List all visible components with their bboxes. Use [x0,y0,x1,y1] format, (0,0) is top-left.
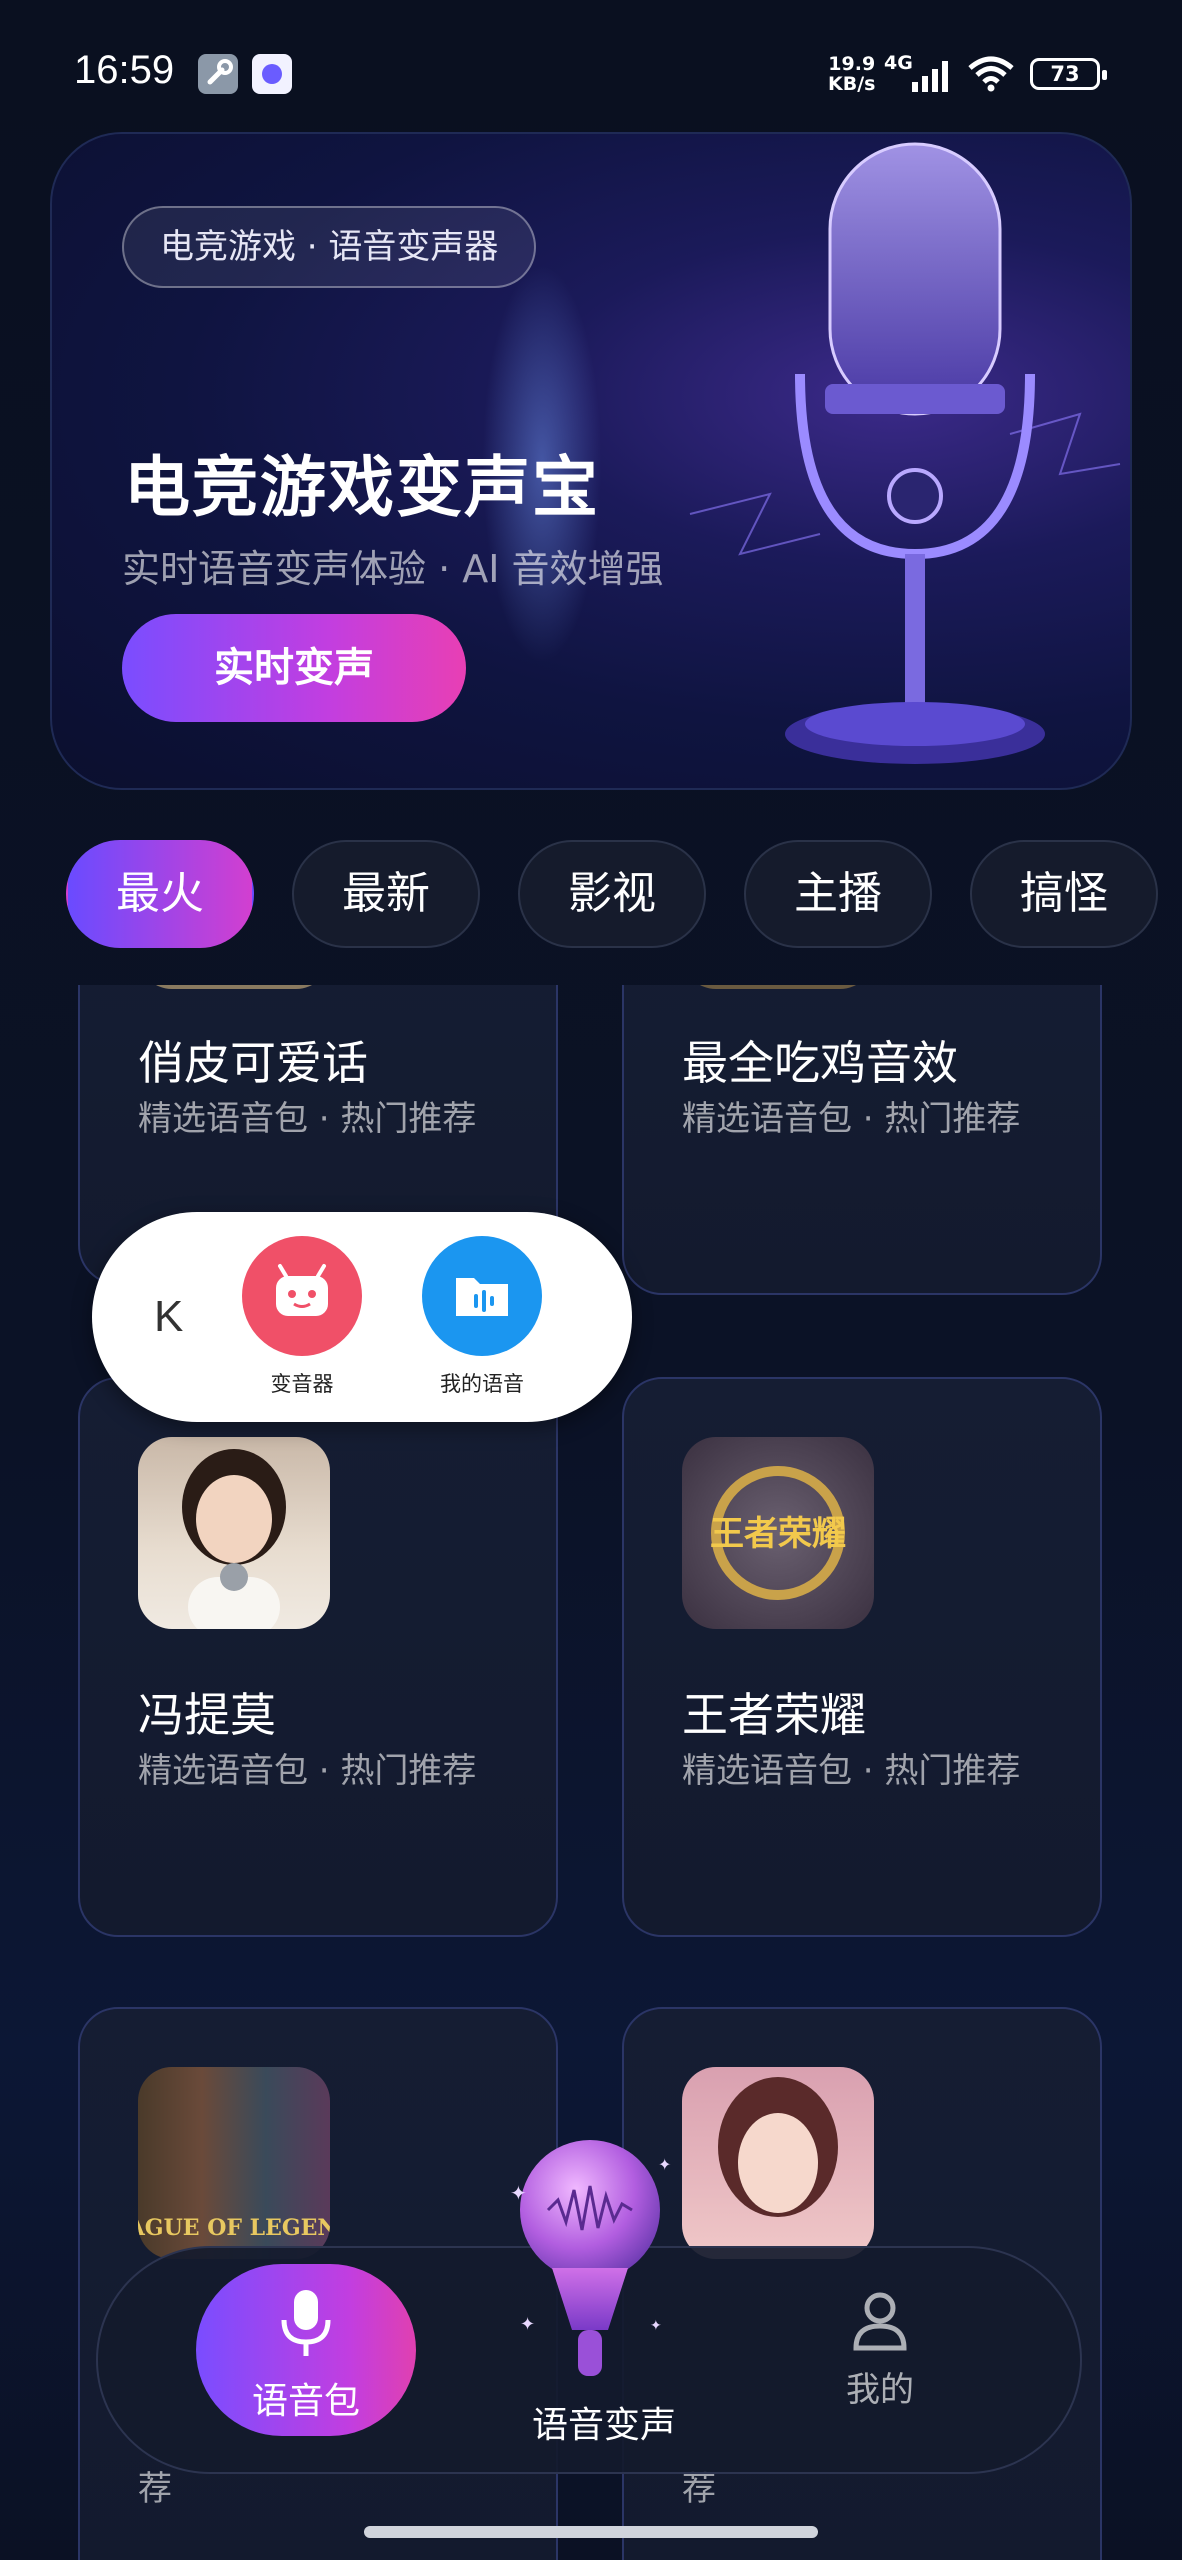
hero-subtitle: 实时语音变声体验 · AI 音效增强 [122,547,664,591]
tab-newest[interactable]: 最新 [292,840,480,948]
hero-microphone-illustration [689,142,1121,764]
card-description: 精选语音包 · 热门推荐 [682,1751,1021,1791]
network-speed: 19.9 KB/s [828,54,875,94]
thumb-text: LEAGUE OF LEGENDS [138,2215,330,2241]
svg-text:✦: ✦ [650,2318,662,2334]
signal-icon [912,61,948,92]
svg-text:✦: ✦ [658,2155,671,2174]
hero-title: 电竞游戏变声宝 [124,449,600,526]
svg-text:✦: ✦ [520,2314,535,2335]
card-thumbnail: 王者荣耀 [682,1437,874,1629]
hero-tag: 电竞游戏 · 语音变声器 [122,206,537,288]
realtime-voice-change-button[interactable]: 实时变声 [122,614,466,722]
card-thumbnail: LEAGUE OF LEGENDS [138,2067,330,2259]
robot-icon [276,1264,328,1316]
network-type: 4G [884,52,913,74]
voice-pack-card[interactable]: 王者荣耀 王者荣耀 精选语音包 · 热门推荐 [622,1377,1102,1937]
category-tabs: 最火 最新 影视 主播 搞怪 [66,840,1182,950]
speed-value: 19.9 [828,53,876,75]
nav-me-label: 我的 [846,2370,914,2410]
battery-icon: 73 [1030,58,1107,90]
svg-text:✦: ✦ [510,2181,527,2205]
home-indicator[interactable] [364,2526,818,2538]
status-bar: 16:59 19.9 KB/s 4G 73 [0,0,1182,140]
tab-funny[interactable]: 搞怪 [970,840,1158,948]
card-thumbnail [138,1437,330,1629]
voice-changer-label: 变音器 [270,1372,334,1396]
voice-pack-card[interactable]: 冯提莫 精选语音包 · 热门推荐 [78,1377,558,1937]
card-thumbnail [682,2067,874,2259]
hero-banner[interactable]: 电竞游戏 · 语音变声器 电竞游戏变声宝 实时语音变声体验 · AI 音效增强 … [50,132,1132,790]
user-icon [853,2292,907,2351]
my-voice-label: 我的语音 [440,1372,524,1396]
card-thumbnail [682,985,874,989]
microphone-icon [281,2290,331,2356]
wifi-icon [968,56,1014,92]
tab-film[interactable]: 影视 [518,840,706,948]
card-title: 最全吃鸡音效 [682,1036,958,1090]
card-description: 精选语音包 · 热门推荐 [682,1099,1021,1139]
tab-streamer[interactable]: 主播 [744,840,932,948]
nav-voice-pack-label: 语音包 [251,2381,360,2422]
my-voice-button[interactable] [422,1236,542,1356]
thumb-text: 王者荣耀 [710,1514,846,1554]
app-notification-icon [252,54,292,94]
card-title: 王者荣耀 [682,1688,866,1742]
tab-hottest[interactable]: 最火 [66,840,254,948]
speed-unit: KB/s [828,73,876,95]
nav-me[interactable]: 我的 [800,2288,960,2428]
card-description: 精选语音包 · 热门推荐 [138,1099,477,1139]
voice-folder-icon [456,1278,508,1316]
wrench-icon [198,54,238,94]
voice-changer-button[interactable] [242,1236,362,1356]
card-thumbnail [138,985,330,989]
nav-voice-change-label[interactable]: 语音变声 [504,2396,704,2448]
card-title: 冯提莫 [138,1688,276,1742]
collapse-icon[interactable]: K [154,1292,183,1342]
nav-voice-pack[interactable]: 语音包 [196,2264,416,2436]
status-time: 16:59 [74,48,175,92]
voice-change-fab[interactable]: ✦ ✦ ✦ ✦ [490,2130,690,2390]
card-title: 俏皮可爱话 [138,1036,368,1090]
floating-assistant-panel: K 变音器 我的语音 [92,1212,632,1422]
voice-pack-card[interactable]: 最全吃鸡音效 精选语音包 · 热门推荐 [622,985,1102,1295]
card-description: 精选语音包 · 热门推荐 [138,1751,477,1791]
